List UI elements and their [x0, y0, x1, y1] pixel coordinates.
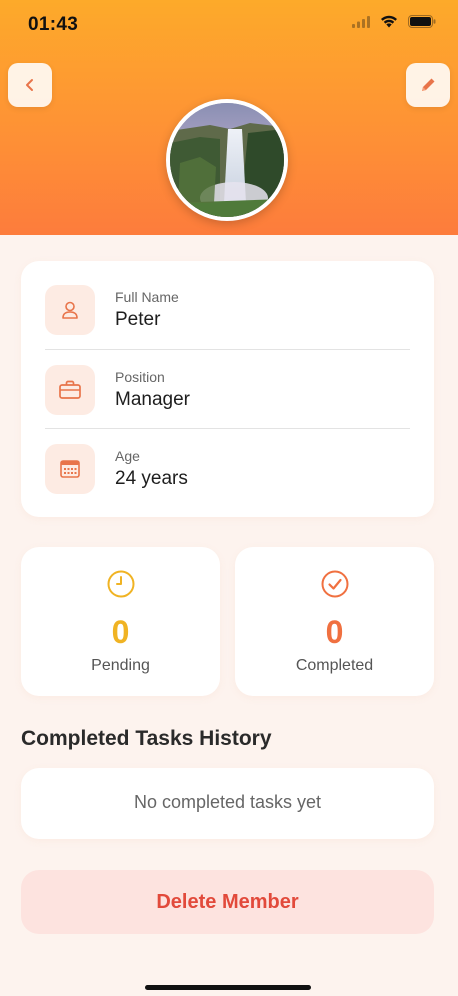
- signal-icon: [352, 15, 370, 28]
- calendar-icon: [60, 460, 80, 478]
- person-icon-badge: [45, 285, 95, 335]
- status-time: 01:43: [28, 14, 79, 35]
- pending-stat-card[interactable]: 0 Pending: [21, 547, 220, 696]
- delete-member-label: Delete Member: [156, 890, 299, 913]
- pending-count: 0: [111, 614, 130, 650]
- person-icon: [62, 301, 78, 319]
- profile-header: 01:43: [0, 0, 458, 235]
- info-row-position: Position Manager: [45, 349, 410, 428]
- pending-label: Pending: [91, 657, 150, 674]
- waterfall-photo: [170, 103, 284, 217]
- history-title: Completed Tasks History: [21, 727, 272, 750]
- briefcase-icon-badge: [45, 365, 95, 415]
- chevron-left-icon: [26, 79, 33, 91]
- info-row-full-name: Full Name Peter: [45, 270, 410, 349]
- history-empty-card: No completed tasks yet: [21, 768, 434, 839]
- status-bar: 01:43: [0, 0, 458, 50]
- back-button[interactable]: [8, 63, 52, 107]
- edit-button[interactable]: [406, 63, 450, 107]
- completed-count: 0: [325, 614, 344, 650]
- info-value: 24 years: [115, 468, 188, 489]
- info-row-age: Age 24 years: [45, 428, 410, 507]
- info-label: Full Name: [115, 289, 179, 305]
- calendar-icon-badge: [45, 444, 95, 494]
- home-indicator[interactable]: [145, 985, 311, 990]
- battery-icon: [408, 15, 436, 28]
- info-label: Age: [115, 448, 140, 464]
- completed-label: Completed: [295, 657, 374, 674]
- clock-icon: [107, 570, 134, 598]
- avatar[interactable]: [166, 99, 288, 221]
- status-icons: [352, 15, 436, 28]
- briefcase-icon: [59, 380, 81, 399]
- info-value: Peter: [115, 309, 161, 330]
- check-circle-icon: [321, 570, 348, 598]
- member-info-card: Full Name Peter Position Manager Age 24 …: [21, 261, 434, 517]
- info-value: Manager: [115, 389, 190, 410]
- history-empty-text: No completed tasks yet: [133, 792, 322, 812]
- wifi-icon: [381, 15, 397, 28]
- info-label: Position: [115, 369, 165, 385]
- completed-stat-card[interactable]: 0 Completed: [235, 547, 434, 696]
- delete-member-button[interactable]: Delete Member: [21, 870, 434, 934]
- pencil-icon: [422, 78, 435, 91]
